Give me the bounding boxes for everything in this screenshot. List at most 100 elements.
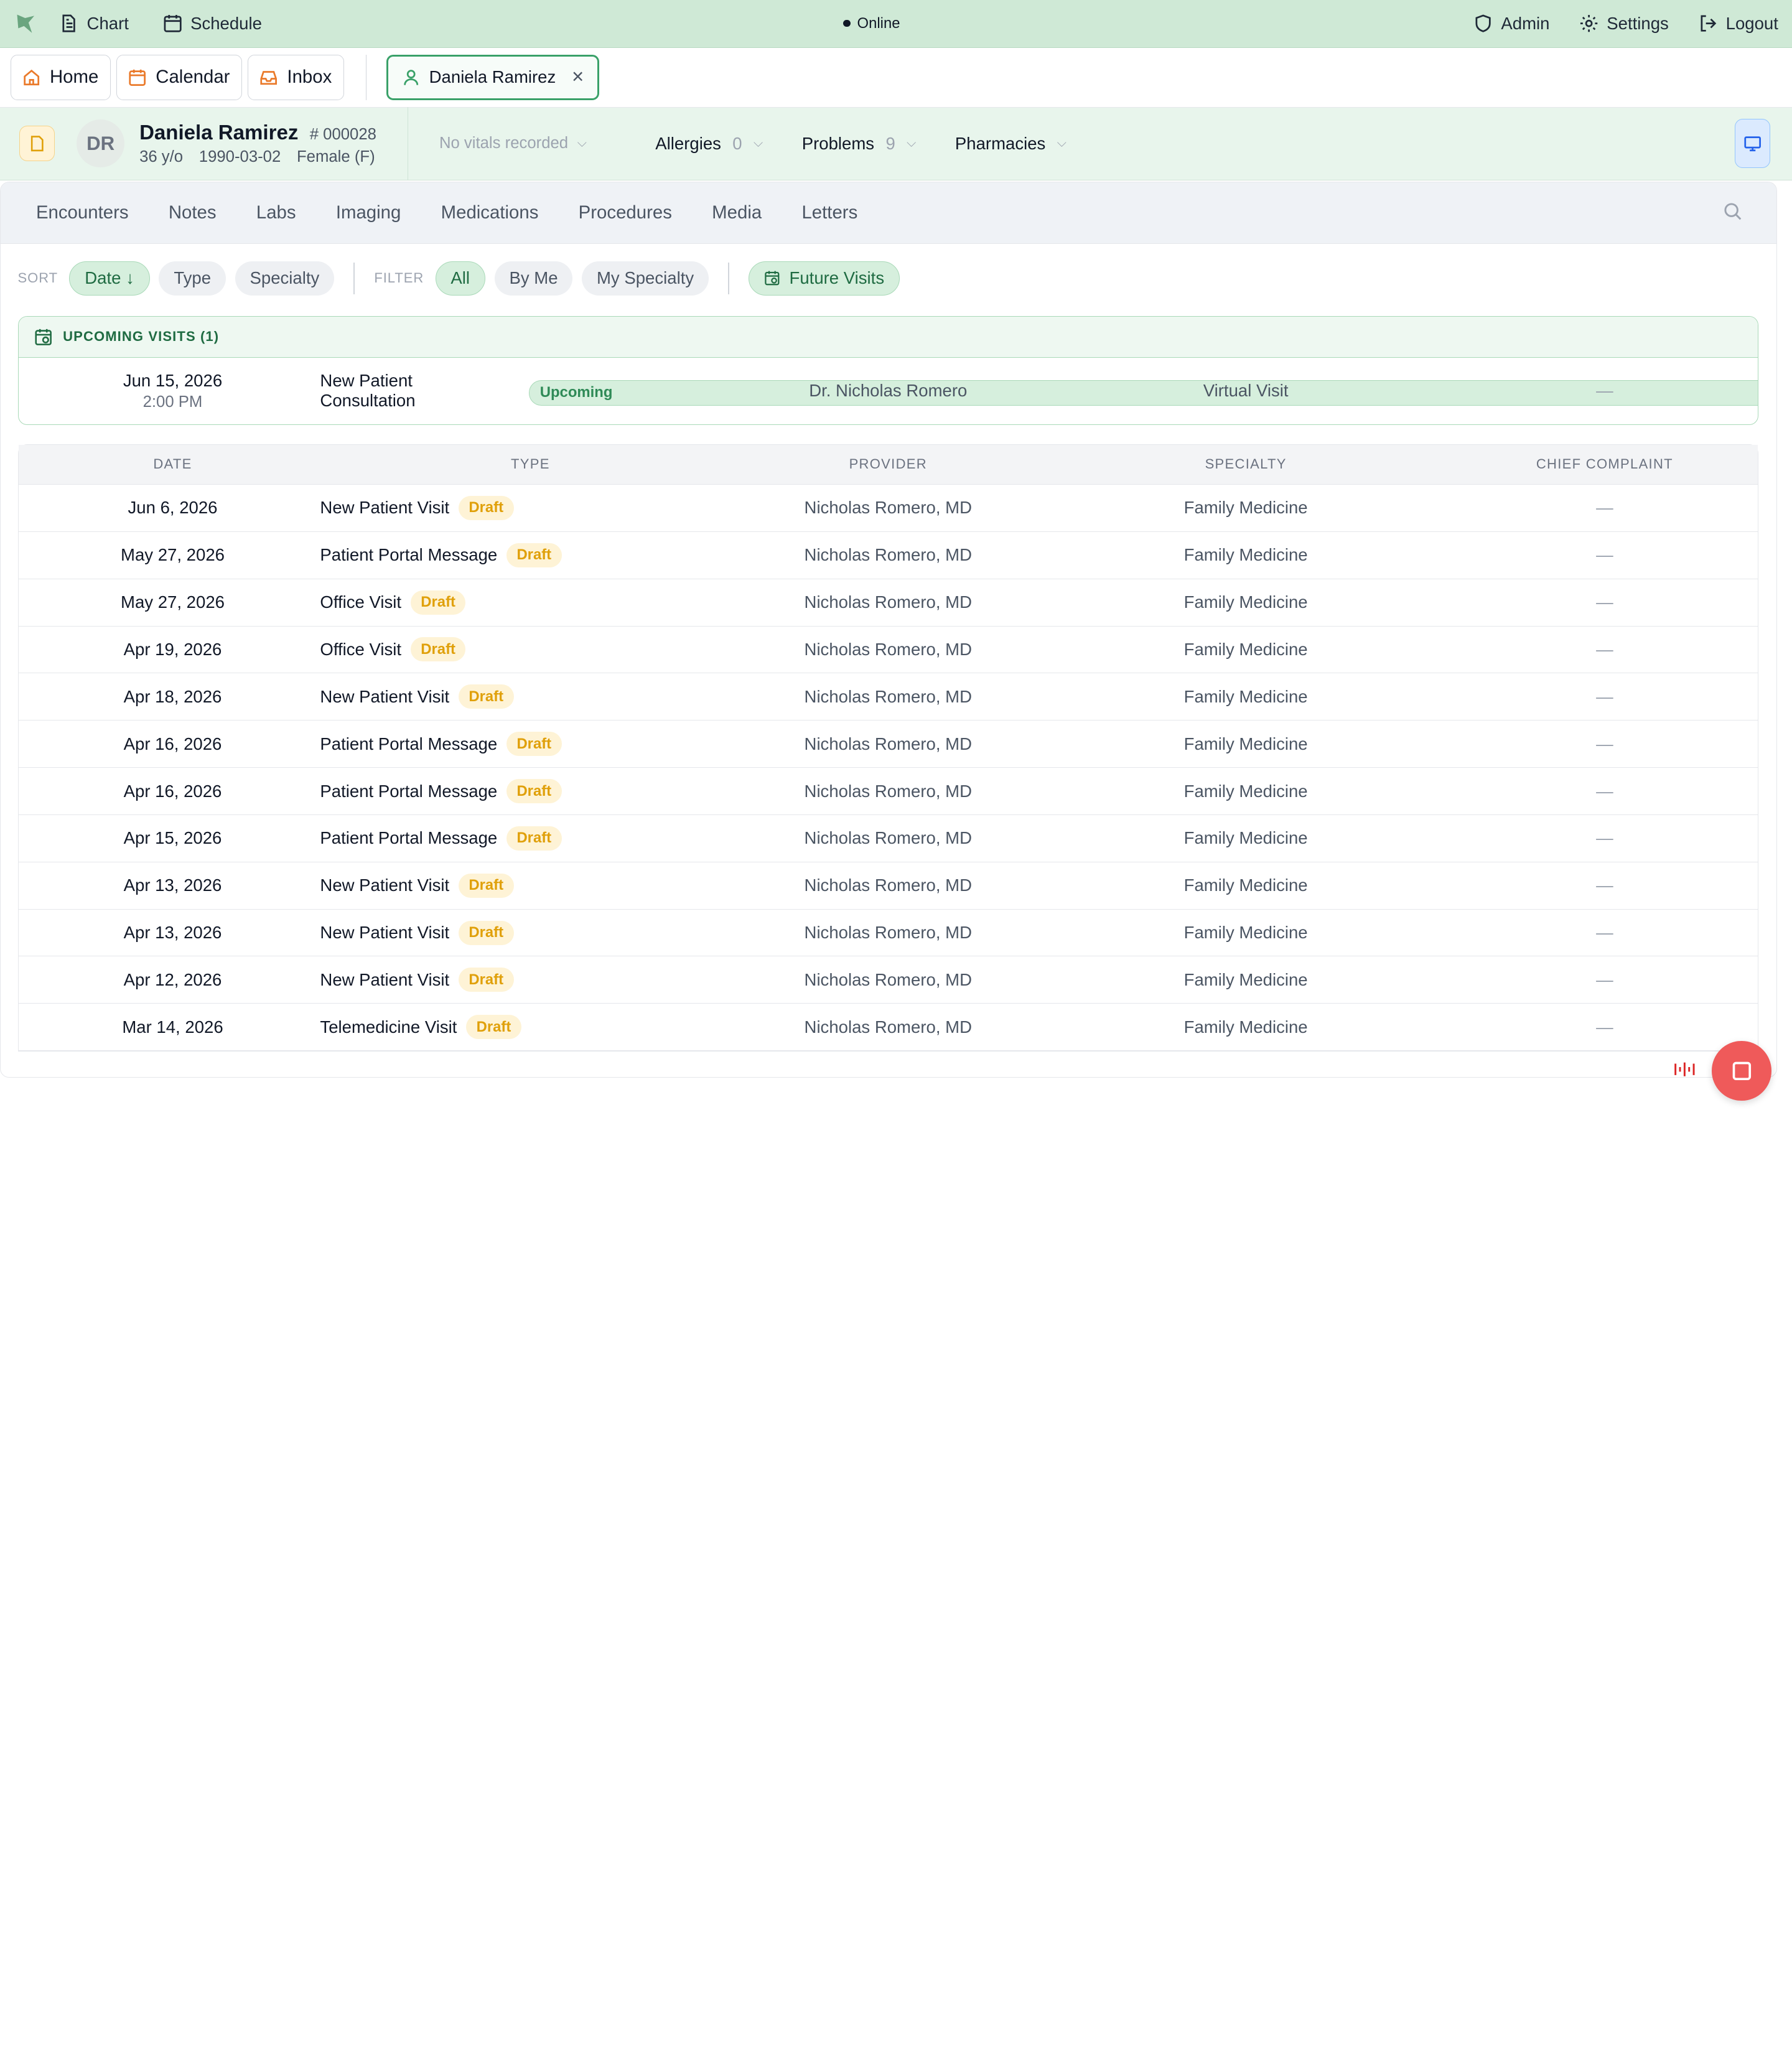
table-row[interactable]: Apr 12, 2026 New Patient Visit Draft Nichol… [18, 956, 1758, 1004]
row-date-text: Apr 12, 2026 [123, 969, 222, 989]
pharmacies-dropdown[interactable]: Pharmacies ⌵ [955, 134, 1066, 154]
header-provider[interactable]: PROVIDER [714, 445, 1062, 484]
header-specialty[interactable]: SPECIALTY [1072, 445, 1419, 484]
nav-chart[interactable]: Chart [59, 14, 129, 34]
shield-icon [1475, 14, 1491, 33]
tab-calendar[interactable]: Calendar [116, 54, 242, 101]
table-row[interactable]: Mar 14, 2026 Telemedicine Visit Draft Nicho… [18, 1004, 1758, 1052]
row-specialty: Family Medicine [1183, 639, 1308, 659]
upcoming-visits-section: UPCOMING VISITS (1) Jun 15, 2026 2:00 PM… [17, 315, 1758, 425]
row-provider: Nicholas Romero, MD [804, 781, 972, 801]
search-icon[interactable] [1723, 202, 1742, 221]
row-provider: Nicholas Romero, MD [804, 498, 972, 518]
sort-type-chip[interactable]: Type [159, 261, 226, 296]
row-date: Jun 6, 2026 [19, 485, 327, 531]
table-row[interactable]: Apr 19, 2026 Office Visit Draft Nicholas Ro… [18, 627, 1758, 674]
row-type-text: Office Visit [320, 639, 402, 659]
row-specialty: Family Medicine [1183, 969, 1308, 989]
future-visits-chip[interactable]: Future Visits [749, 261, 900, 296]
table-row[interactable]: Jun 6, 2026 New Patient Visit Draft Nichola… [18, 485, 1758, 532]
encounters-panel: Encounters Notes Labs Imaging Medication… [0, 182, 1778, 1078]
row-chief-complaint: — [1596, 923, 1613, 943]
table-row[interactable]: Apr 13, 2026 New Patient Visit Draft Nichol… [18, 910, 1758, 957]
row-type-text: Patient Portal Message [320, 545, 498, 565]
row-date-text: May 27, 2026 [121, 545, 225, 565]
header-type[interactable]: TYPE [320, 445, 740, 484]
sort-date-chip[interactable]: Date ↓ [69, 261, 150, 296]
close-icon[interactable]: × [572, 65, 584, 89]
nav-logout[interactable]: Logout [1699, 14, 1778, 34]
patient-sex: Female (F) [296, 148, 375, 166]
tab-home[interactable]: Home [10, 54, 111, 101]
table-row[interactable]: Apr 16, 2026 Patient Portal Message Draft N… [18, 768, 1758, 815]
table-row[interactable]: May 27, 2026 Patient Portal Message Draft N… [18, 532, 1758, 579]
tab-inbox[interactable]: Inbox [248, 54, 344, 101]
status-badge: Draft [458, 873, 514, 898]
row-type: Patient Portal Message Draft [320, 532, 562, 579]
nav-schedule[interactable]: Schedule [163, 14, 262, 34]
row-chief-complaint: — [1596, 828, 1613, 848]
monitor-icon [1744, 136, 1761, 151]
table-row[interactable]: Apr 15, 2026 Patient Portal Message Draft N… [18, 815, 1758, 862]
table-row[interactable]: Jun 15, 2026 2:00 PM New Patient Consult… [19, 358, 1758, 424]
patient-header: DR Daniela Ramirez # 000028 36 y/o 1990-… [0, 107, 1792, 181]
row-chief-complaint: — [1596, 592, 1613, 612]
status-badge: Draft [506, 732, 562, 757]
row-date-text: Apr 19, 2026 [123, 639, 222, 659]
sort-specialty-chip[interactable]: Specialty [235, 261, 335, 296]
screen-share-button[interactable] [1735, 119, 1771, 168]
header-date[interactable]: DATE [19, 445, 327, 484]
subtab-medications[interactable]: Medications [441, 202, 539, 223]
nav-admin[interactable]: Admin [1473, 14, 1549, 34]
chart-subtabs: Encounters Notes Labs Imaging Medication… [1, 182, 1777, 245]
patient-document-button[interactable] [19, 126, 55, 162]
row-type: Office Visit Draft [320, 579, 466, 626]
allergies-dropdown[interactable]: Allergies 0 ⌵ [655, 134, 763, 154]
upcoming-date-cell: Jun 15, 2026 2:00 PM [19, 358, 327, 424]
filter-bar: SORT Date ↓ Type Specialty FILTER All By… [1, 244, 1776, 312]
row-type-text: Office Visit [320, 592, 402, 612]
row-date-text: Apr 15, 2026 [123, 828, 222, 848]
row-type: New Patient Visit Draft [320, 485, 514, 531]
filter-my-specialty-chip[interactable]: My Specialty [582, 261, 709, 296]
vitals-label: No vitals recorded [439, 134, 569, 152]
row-date: Mar 14, 2026 [19, 1004, 327, 1050]
table-row[interactable]: Apr 13, 2026 New Patient Visit Draft Nichol… [18, 862, 1758, 910]
tab-patient-label: Daniela Ramirez [429, 67, 556, 87]
header-chief-complaint[interactable]: CHIEF COMPLAINT [1431, 445, 1776, 484]
row-provider: Nicholas Romero, MD [804, 923, 972, 943]
subtab-procedures[interactable]: Procedures [579, 202, 672, 223]
row-type-text: New Patient Visit [320, 969, 450, 989]
gear-icon [1580, 15, 1598, 32]
row-date: Apr 16, 2026 [19, 721, 327, 767]
tab-patient-active[interactable]: Daniela Ramirez × [386, 54, 600, 101]
table-header: DATE TYPE PROVIDER SPECIALTY CHIEF COMPL… [18, 444, 1758, 485]
table-row[interactable]: May 27, 2026 Office Visit Draft Nicholas Ro… [18, 579, 1758, 627]
row-specialty: Family Medicine [1183, 828, 1308, 848]
calendar-clock-icon [765, 271, 780, 286]
row-specialty: Family Medicine [1183, 545, 1308, 565]
subtab-encounters[interactable]: Encounters [36, 202, 129, 223]
filter-all-chip[interactable]: All [435, 261, 485, 296]
patient-age: 36 y/o [139, 148, 184, 166]
patient-divider [407, 107, 409, 180]
upcoming-date: Jun 15, 2026 [123, 370, 223, 390]
app-logo-icon[interactable] [14, 11, 39, 36]
filter-by-me-chip[interactable]: By Me [494, 261, 573, 296]
upcoming-provider: Dr. Nicholas Romero [809, 381, 968, 401]
table-row[interactable]: Apr 18, 2026 New Patient Visit Draft Nichol… [18, 673, 1758, 721]
audio-wave-icon[interactable] [1673, 1060, 1698, 1078]
pharmacies-label: Pharmacies [954, 133, 1046, 153]
row-date-text: Mar 14, 2026 [122, 1017, 223, 1037]
subtab-letters[interactable]: Letters [801, 202, 857, 223]
subtab-media[interactable]: Media [712, 202, 762, 223]
filter-divider [728, 262, 730, 294]
subtab-imaging[interactable]: Imaging [336, 202, 401, 223]
subtab-notes[interactable]: Notes [169, 202, 217, 223]
problems-dropdown[interactable]: Problems 9 ⌵ [802, 134, 917, 154]
subtab-labs[interactable]: Labs [256, 202, 296, 223]
table-row[interactable]: Apr 16, 2026 Patient Portal Message Draft N… [18, 721, 1758, 768]
stop-recording-button[interactable] [1712, 1041, 1771, 1101]
nav-settings[interactable]: Settings [1579, 14, 1669, 34]
vitals-dropdown[interactable]: No vitals recorded ⌵ [439, 134, 587, 152]
